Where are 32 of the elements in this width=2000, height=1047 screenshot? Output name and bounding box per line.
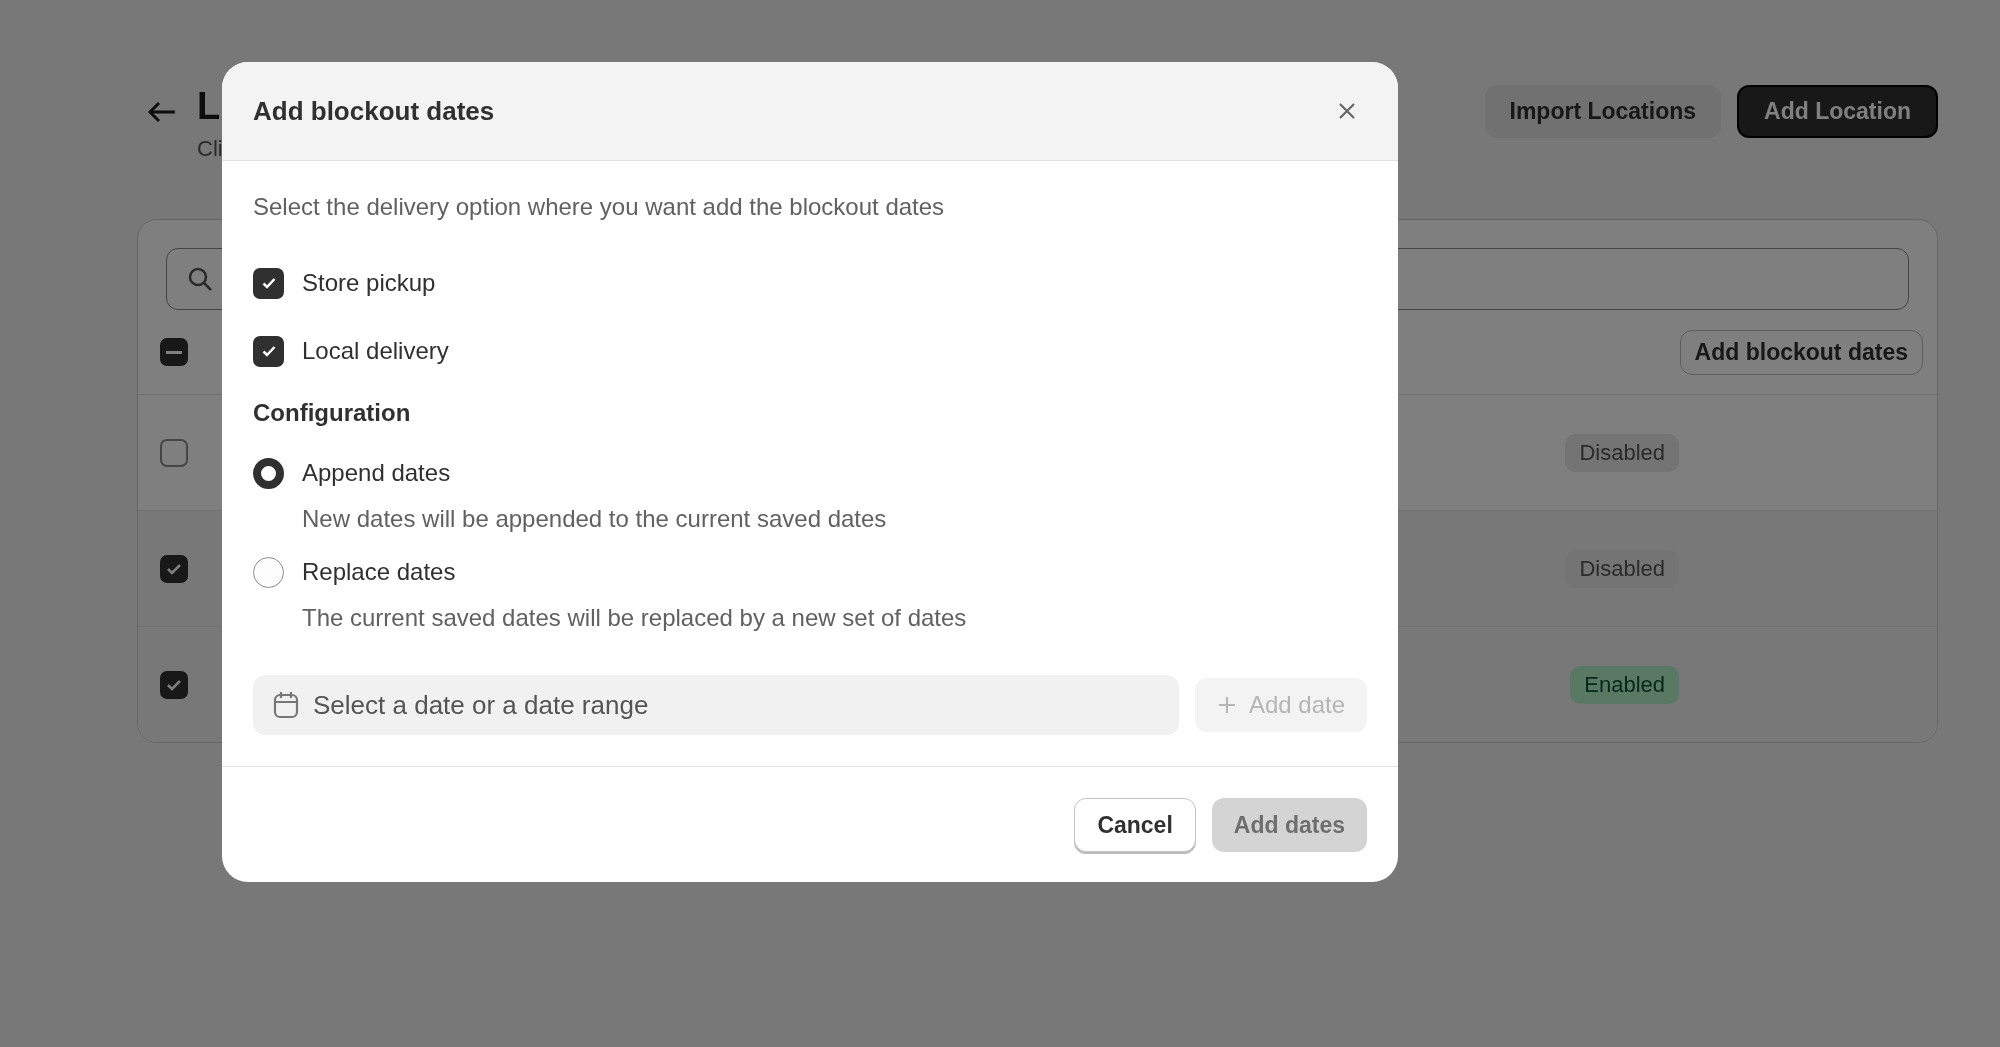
add-location-button[interactable]: Add Location [1737, 85, 1938, 138]
checkbox-label[interactable]: Local delivery [302, 337, 449, 365]
cancel-button[interactable]: Cancel [1074, 798, 1196, 852]
section-heading: Configuration [253, 399, 412, 427]
calendar-icon [273, 691, 299, 719]
status-badge: Disabled [1565, 549, 1679, 588]
close-icon[interactable] [1338, 102, 1356, 120]
radio-label[interactable]: Append dates [302, 459, 451, 487]
import-locations-button[interactable]: Import Locations [1484, 85, 1722, 138]
dialog-title: Add blockout dates [253, 95, 495, 127]
checkbox-label[interactable]: Store pickup [302, 269, 436, 297]
status-badge: Enabled [1570, 665, 1679, 704]
help-text: The current saved dates will be replaced by a new set of dates [301, 604, 968, 632]
row-checkbox[interactable] [160, 554, 188, 583]
plus-icon [1216, 695, 1237, 715]
radio-button[interactable] [253, 457, 284, 489]
radio-label[interactable]: Replace dates [302, 558, 456, 586]
help-text: New dates will be appended to the current saved dates [301, 505, 888, 533]
back-arrow-icon[interactable] [147, 100, 177, 124]
checkbox[interactable] [253, 335, 284, 367]
status-badge: Disabled [1565, 433, 1679, 472]
checkbox[interactable] [253, 267, 284, 299]
row-checkbox[interactable] [160, 670, 188, 699]
page-title: L [197, 85, 222, 128]
select-all-checkbox[interactable] [160, 338, 188, 366]
add-blockout-dates-button[interactable]: Add blockout dates [1679, 329, 1923, 375]
radio-button[interactable] [253, 556, 284, 588]
row-checkbox[interactable] [160, 438, 188, 467]
search-icon [187, 266, 213, 292]
dialog-description: Select the delivery option where you want add the blockout dates [253, 193, 946, 221]
page-subtitle: Cli [197, 136, 223, 162]
date-field[interactable]: Select a date or a date range [253, 675, 1179, 735]
